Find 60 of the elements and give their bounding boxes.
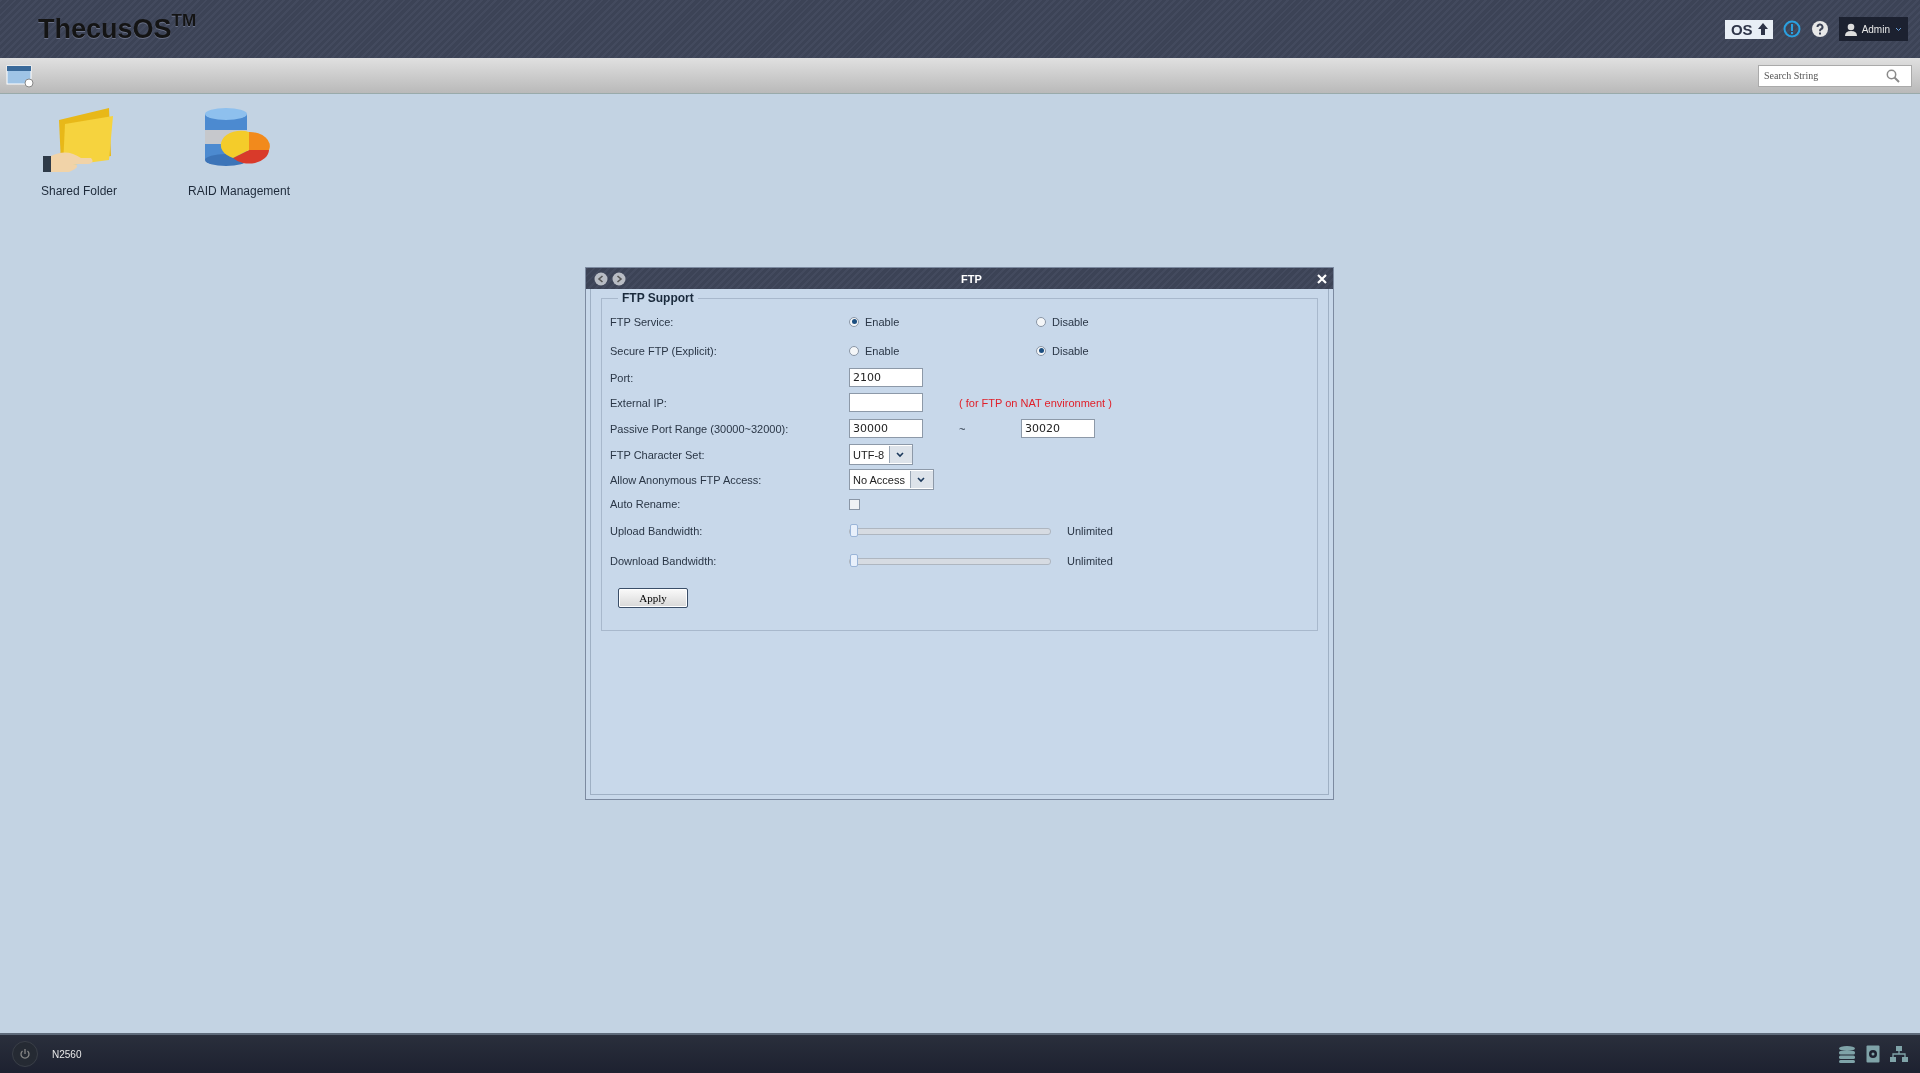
- desktop-icon-label[interactable]: RAID Management: [187, 184, 290, 198]
- field-label: Port:: [610, 371, 635, 384]
- range-separator: ~: [959, 422, 966, 435]
- chevron-down-icon: [896, 451, 905, 458]
- slider-thumb[interactable]: [850, 553, 858, 567]
- logo: ThecusOS$^{TM}$: [38, 13, 197, 45]
- network-icon[interactable]: [1890, 1045, 1908, 1063]
- radio-label[interactable]: Enable: [865, 344, 900, 357]
- help-icon[interactable]: [1810, 20, 1829, 38]
- radio-label[interactable]: Disable: [1052, 344, 1089, 357]
- text-field[interactable]: [849, 393, 923, 412]
- power-button[interactable]: [12, 1041, 38, 1067]
- field-label: FTP Service:: [610, 315, 675, 328]
- search-icon[interactable]: [1886, 68, 1900, 83]
- field-label: Secure FTP (Explicit):: [610, 344, 718, 357]
- search-field[interactable]: Search String: [1758, 64, 1912, 87]
- os-update-badge[interactable]: OS: [1724, 19, 1773, 39]
- arrow-up-icon: [1756, 22, 1769, 36]
- field-label: Upload Bandwidth:: [610, 525, 704, 537]
- text-field[interactable]: 2100: [849, 368, 923, 387]
- slider-track[interactable]: [849, 527, 1051, 535]
- radio-button[interactable]: [849, 345, 859, 356]
- checkbox[interactable]: [849, 498, 860, 510]
- text-field[interactable]: 30020: [1021, 419, 1095, 438]
- forward-icon[interactable]: [612, 271, 626, 286]
- bandwidth-reading: Unlimited: [1067, 525, 1113, 537]
- slider-thumb[interactable]: [850, 523, 858, 537]
- slider-track[interactable]: [849, 557, 1051, 565]
- device-name: N2560: [52, 1048, 82, 1060]
- alert-icon[interactable]: [1782, 20, 1801, 38]
- radio-label[interactable]: Disable: [1052, 315, 1089, 328]
- field-label: Passive Port Range (30000~32000):: [610, 422, 790, 435]
- search-input[interactable]: Search String: [1762, 69, 1886, 82]
- dropdown[interactable]: UTF-8: [849, 444, 914, 465]
- section-title: FTP Support: [621, 291, 695, 305]
- chevron-down-icon: [916, 476, 925, 483]
- user-icon: [1844, 22, 1857, 36]
- user-menu[interactable]: Admin: [1838, 17, 1908, 41]
- chevron-down-icon: [1895, 26, 1902, 32]
- calendar-icon[interactable]: [5, 62, 35, 89]
- text-field[interactable]: 30000: [849, 419, 923, 438]
- apply-button[interactable]: Apply: [618, 588, 688, 608]
- window-title: FTP: [960, 272, 983, 285]
- hint-text: ( for FTP on NAT environment ): [959, 396, 1112, 409]
- field-label: Allow Anonymous FTP Access:: [610, 473, 763, 486]
- field-label: External IP:: [610, 396, 668, 409]
- field-label: Download Bandwidth:: [610, 555, 718, 567]
- radio-button[interactable]: [1036, 316, 1046, 327]
- back-icon[interactable]: [594, 271, 608, 286]
- dropdown[interactable]: No Access: [849, 469, 934, 490]
- close-icon[interactable]: [1317, 273, 1327, 284]
- power-icon: [19, 1048, 31, 1060]
- field-label: FTP Character Set:: [610, 448, 706, 461]
- field-label: Auto Rename:: [610, 498, 682, 510]
- radio-button[interactable]: [1036, 345, 1046, 356]
- database-icon[interactable]: [1838, 1045, 1856, 1063]
- radio-button[interactable]: [849, 316, 859, 327]
- desktop-icon-label[interactable]: Shared Folder: [40, 184, 117, 198]
- bandwidth-reading: Unlimited: [1067, 555, 1113, 567]
- radio-label[interactable]: Enable: [865, 315, 900, 328]
